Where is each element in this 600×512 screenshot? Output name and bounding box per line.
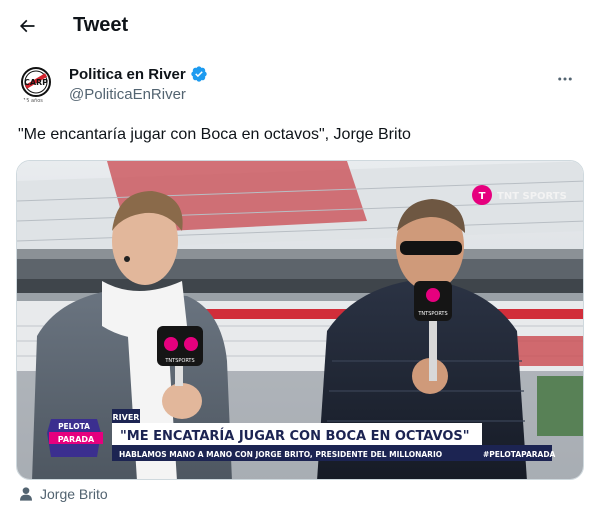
svg-text:"ME ENCATARÍA JUGAR CON BOCA E: "ME ENCATARÍA JUGAR CON BOCA EN OCTAVOS" bbox=[120, 428, 470, 444]
tagged-people[interactable]: Jorge Brito bbox=[18, 484, 108, 504]
svg-text:TNT SPORTS: TNT SPORTS bbox=[497, 191, 567, 202]
author-display-name[interactable]: Politica en River bbox=[69, 66, 186, 83]
avatar[interactable]: CARP 15 años bbox=[18, 65, 58, 105]
svg-text:PARADA: PARADA bbox=[58, 435, 95, 444]
river-plate-crest-icon: CARP 15 años bbox=[21, 67, 51, 104]
svg-text:TNTSPORTS: TNTSPORTS bbox=[164, 358, 194, 364]
tweet-media[interactable]: T TNT SPORTS TNTSPORTS TNTSPORTS RIVER "… bbox=[16, 160, 584, 480]
more-dots-icon bbox=[558, 77, 572, 81]
svg-text:#PELOTAPARADA: #PELOTAPARADA bbox=[483, 450, 556, 459]
tweet-header: Tweet bbox=[0, 0, 600, 54]
page-title: Tweet bbox=[73, 14, 129, 36]
pelota-parada-logo: PELOTA PARADA bbox=[47, 419, 103, 457]
tagged-person-name[interactable]: Jorge Brito bbox=[40, 486, 108, 502]
author-name-row: Politica en River bbox=[69, 65, 208, 83]
svg-text:HABLAMOS MANO A MANO CON JORGE: HABLAMOS MANO A MANO CON JORGE BRITO, PR… bbox=[119, 450, 442, 459]
video-frame: T TNT SPORTS TNTSPORTS TNTSPORTS RIVER "… bbox=[17, 161, 583, 479]
more-options-button[interactable] bbox=[550, 64, 580, 94]
author-handle[interactable]: @PoliticaEnRiver bbox=[69, 86, 186, 103]
person-icon bbox=[20, 487, 32, 501]
svg-text:PELOTA: PELOTA bbox=[58, 422, 90, 431]
verified-badge-icon bbox=[191, 66, 207, 82]
svg-text:T: T bbox=[479, 191, 486, 202]
svg-text:RIVER: RIVER bbox=[113, 413, 140, 422]
svg-text:15 años: 15 años bbox=[23, 98, 43, 104]
back-button[interactable] bbox=[10, 9, 44, 43]
arrow-left-icon bbox=[19, 19, 35, 33]
tweet-text: "Me encantaría jugar con Boca en octavos… bbox=[18, 126, 411, 143]
tweet-author: CARP 15 años Politica en River @Politica… bbox=[18, 62, 588, 110]
svg-text:TNTSPORTS: TNTSPORTS bbox=[417, 311, 447, 317]
svg-text:CARP: CARP bbox=[24, 78, 48, 87]
